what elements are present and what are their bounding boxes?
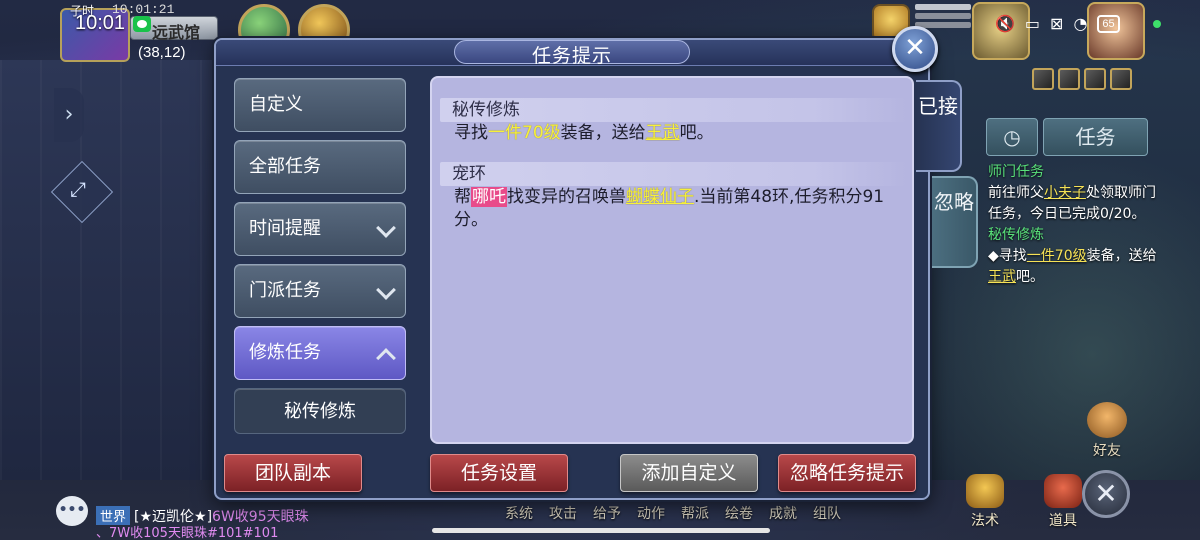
category-all[interactable]: 全部任务: [234, 140, 406, 194]
dialog-title-bar: 任务提示: [216, 40, 928, 67]
menu-achievement[interactable]: 成就: [769, 503, 797, 523]
map-name: 远武馆: [152, 23, 201, 42]
friend-button[interactable]: 好友: [1082, 402, 1132, 460]
expand-icon: ⤢: [70, 177, 86, 201]
task-hint-dialog: 任务提示 ✕ 自定义 全部任务 时间提醒 门派任务 修炼任务 秘传修炼 秘传修炼…: [214, 26, 978, 500]
npc-link[interactable]: 王武: [646, 123, 680, 143]
privacy-dot: [1153, 20, 1161, 28]
task-item: 秘传修炼 寻找一件70级装备，送给王武吧。: [440, 98, 906, 145]
category-custom[interactable]: 自定义: [234, 78, 406, 132]
home-indicator[interactable]: [432, 528, 770, 533]
system-clock: 10:01: [75, 12, 126, 34]
tracker-npc-link[interactable]: 王武: [988, 269, 1016, 285]
side-expand-arrow[interactable]: ›: [54, 88, 84, 142]
tracker-task-tab[interactable]: 任务: [1043, 118, 1148, 156]
chevron-up-icon: [376, 348, 396, 368]
hud-close-button[interactable]: ✕: [1082, 470, 1130, 518]
menu-system[interactable]: 系统: [505, 503, 533, 523]
chevron-down-icon: [376, 280, 396, 300]
menu-team[interactable]: 组队: [813, 503, 841, 523]
category-list[interactable]: 自定义 全部任务 时间提醒 门派任务 修炼任务 秘传修炼: [234, 78, 408, 434]
spell-button[interactable]: 法术: [955, 474, 1015, 530]
chevron-down-icon: [376, 218, 396, 238]
map-coords: (38,12): [138, 44, 186, 61]
tracker-sect-title: 师门任务: [988, 164, 1044, 180]
task-name: 宠环: [440, 162, 906, 186]
dialog-title: 任务提示: [531, 45, 612, 67]
chest-icon: [1044, 474, 1082, 508]
bell-icon: [966, 474, 1004, 508]
chat-icon[interactable]: •••: [56, 496, 88, 526]
ignore-hints-button[interactable]: 忽略任务提示: [778, 454, 916, 492]
task-desc: 寻找一件70级装备，送给王武吧。: [454, 123, 714, 143]
category-time-reminder[interactable]: 时间提醒: [234, 202, 406, 256]
menu-scroll[interactable]: 绘卷: [725, 503, 753, 523]
buff-icon[interactable]: [1084, 68, 1106, 90]
dialog-close-button[interactable]: ✕: [892, 26, 938, 72]
buff-icon[interactable]: [1058, 68, 1080, 90]
item-link[interactable]: 一件70级: [488, 123, 561, 143]
handshake-icon: [1087, 402, 1127, 438]
task-item: 宠环 帮哪吒找变异的召唤兽蝴蝶仙子.当前第48环,任务积分91分。: [440, 162, 906, 232]
menu-attack[interactable]: 攻击: [549, 503, 577, 523]
background-building: [0, 60, 215, 480]
task-tracker[interactable]: 师门任务 前往师父小夫子处领取师门任务，今日已完成0/20。 秘传修炼 ◆寻找一…: [988, 162, 1168, 288]
task-content-panel: 秘传修炼 寻找一件70级装备，送给王武吧。 宠环 帮哪吒找变异的召唤兽蝴蝶仙子.…: [430, 76, 914, 444]
battery-icon: 65: [1097, 14, 1120, 33]
tracker-sect-desc: 前往师父小夫子处领取师门任务，今日已完成0/20。: [988, 185, 1156, 222]
add-custom-button[interactable]: 添加自定义: [620, 454, 758, 492]
screen-icon: ▭: [1024, 14, 1041, 33]
pet-link[interactable]: 蝴蝶仙子: [626, 187, 694, 207]
subcategory-secret-training[interactable]: 秘传修炼: [234, 388, 406, 434]
sim-icon: ⊠: [1050, 14, 1064, 33]
task-desc: 帮哪吒找变异的召唤兽蝴蝶仙子.当前第48环,任务积分91分。: [454, 187, 885, 230]
tracker-item-link[interactable]: 一件70级: [1027, 248, 1087, 264]
buff-icon[interactable]: [1032, 68, 1054, 90]
tracker-secret-title: 秘传修炼: [988, 227, 1044, 243]
tracker-clock-button[interactable]: ◷: [986, 118, 1038, 156]
menu-action[interactable]: 动作: [637, 503, 665, 523]
tracker-master-link[interactable]: 小夫子: [1044, 185, 1086, 201]
clock-icon: ◷: [1003, 125, 1021, 149]
bottom-menu: 系统 攻击 给予 动作 帮派 绘卷 成就 组队: [505, 503, 841, 523]
tab-accepted[interactable]: 已接: [916, 80, 962, 172]
team-dungeon-button[interactable]: 团队副本: [224, 454, 362, 492]
wechat-icon: [133, 16, 151, 32]
menu-guild[interactable]: 帮派: [681, 503, 709, 523]
system-icons: 🔇 ▭ ⊠ ◔ 65: [995, 14, 1120, 33]
chat-message-cont: 、7W收105天眼珠#101#101: [96, 526, 279, 540]
buff-icon[interactable]: [1110, 68, 1132, 90]
tracker-secret-desc: ◆寻找一件70级装备，送给王武吧。: [988, 248, 1157, 285]
mute-icon: 🔇: [995, 14, 1015, 33]
bottom-icons: 法术 道具: [955, 474, 1093, 530]
category-sect[interactable]: 门派任务: [234, 264, 406, 318]
tab-ignored[interactable]: 忽略: [932, 176, 978, 268]
menu-give[interactable]: 给予: [593, 503, 621, 523]
wifi-icon: ◔: [1073, 14, 1088, 33]
buff-row: [1032, 68, 1132, 90]
task-settings-button[interactable]: 任务设置: [430, 454, 568, 492]
category-training[interactable]: 修炼任务: [234, 326, 406, 380]
npc-link[interactable]: 哪吒: [471, 187, 507, 207]
task-name: 秘传修炼: [440, 98, 906, 122]
